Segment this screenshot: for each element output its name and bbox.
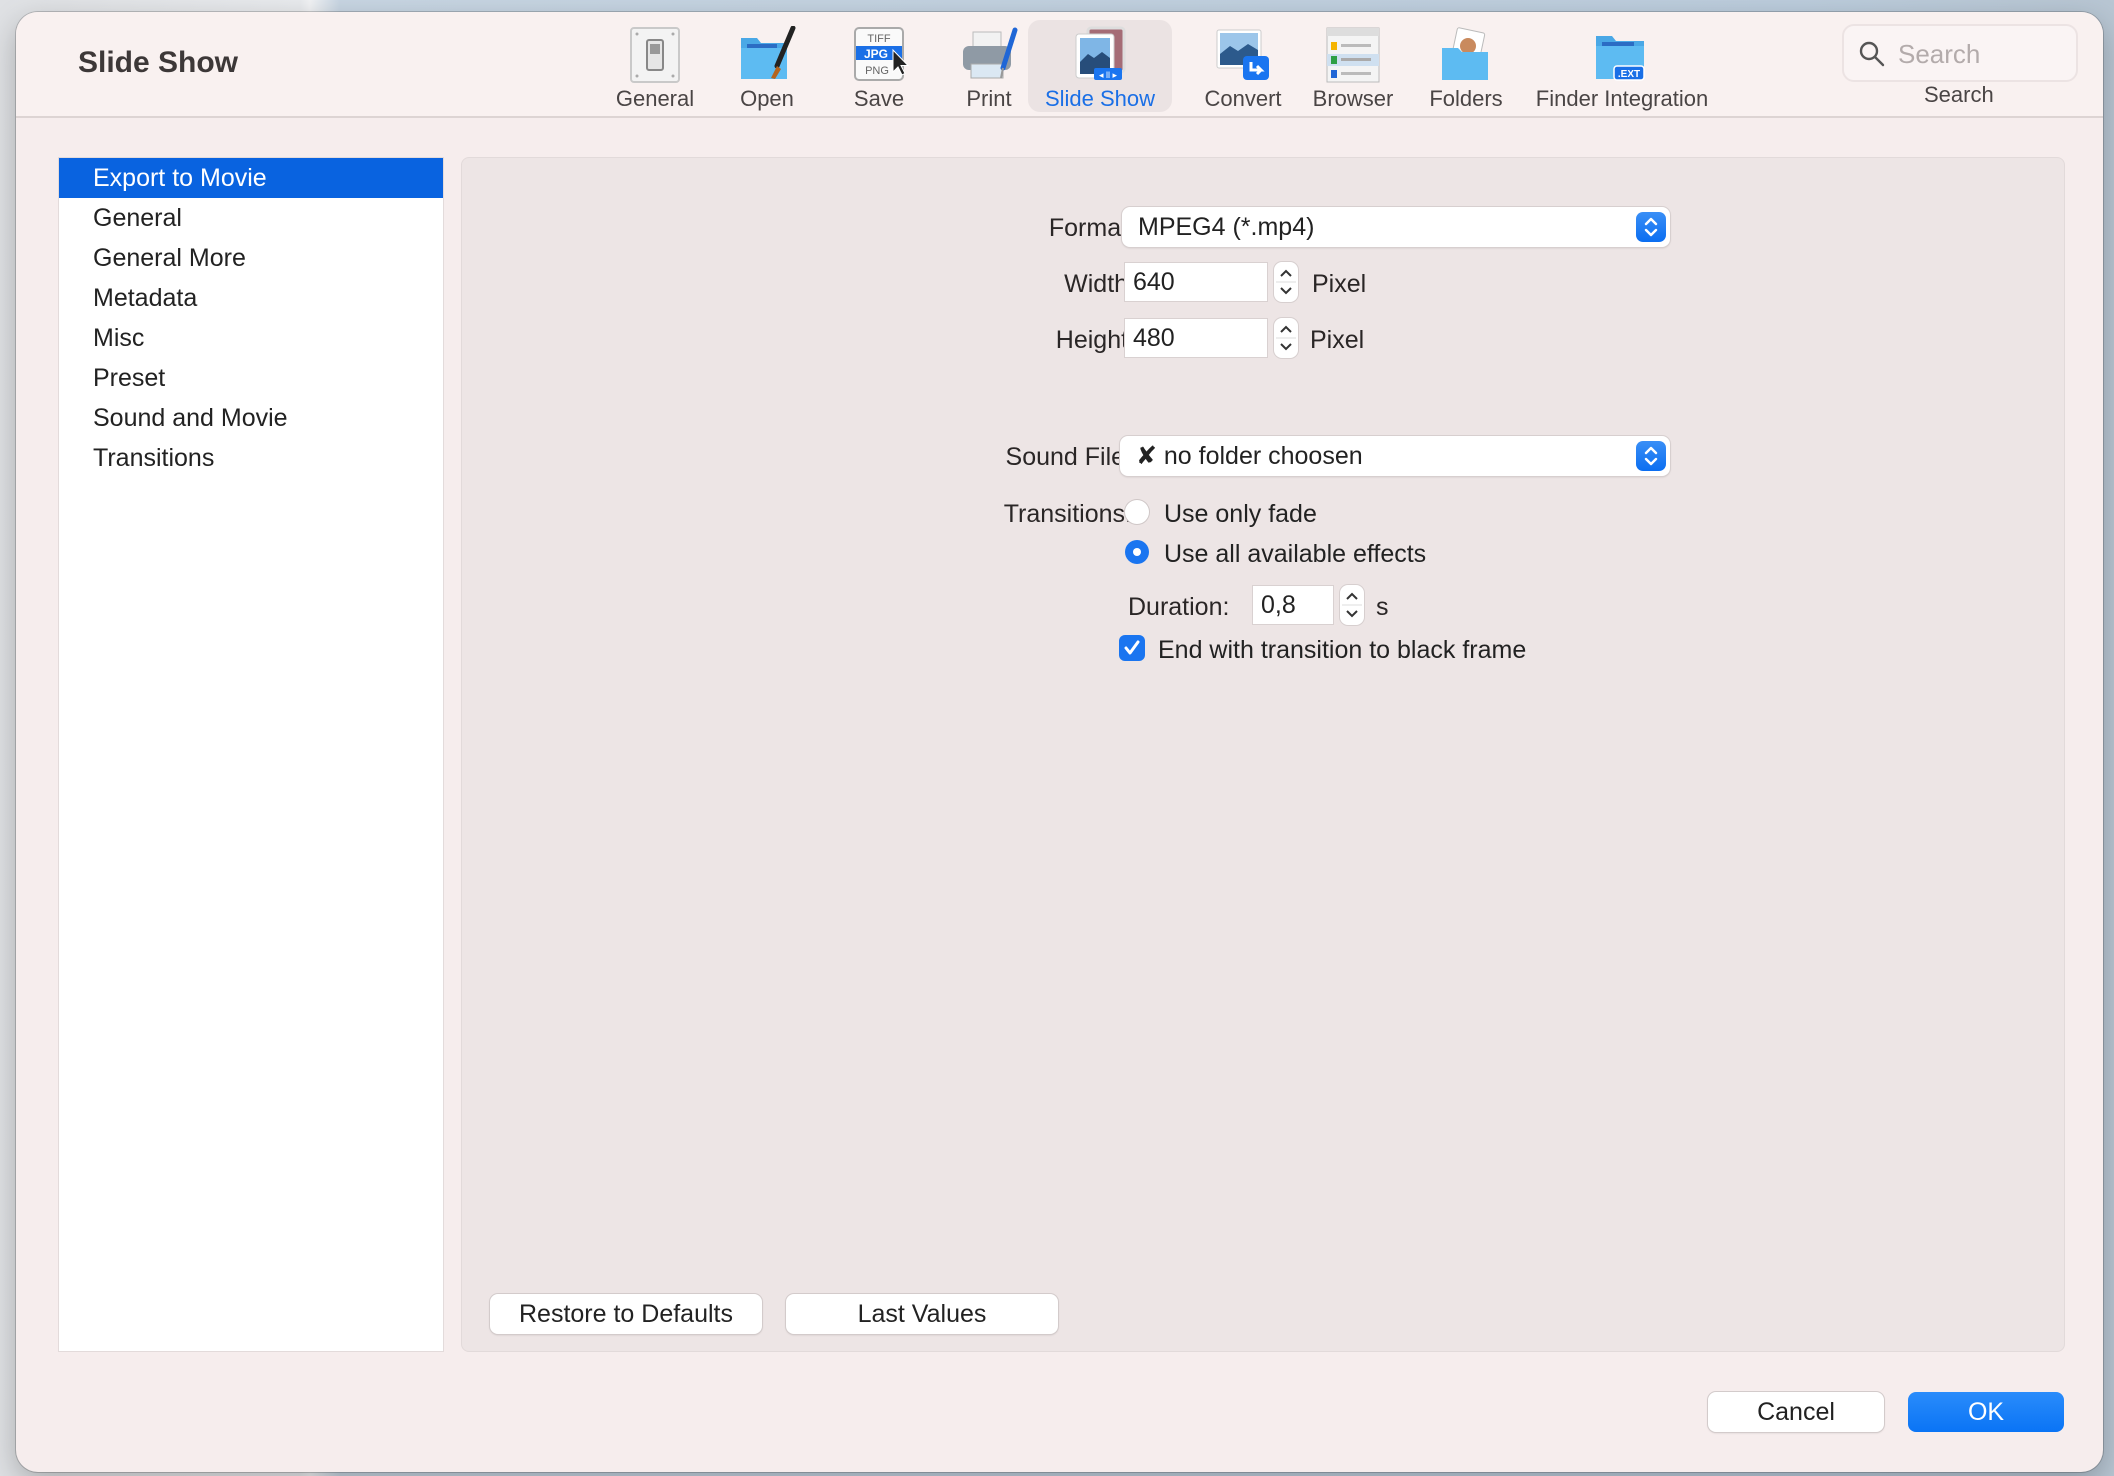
search-icon: [1858, 40, 1886, 73]
checkmark-icon: [1124, 640, 1140, 655]
svg-text:◂ ll ▸: ◂ ll ▸: [1099, 70, 1118, 80]
folder-brush-icon: [737, 25, 797, 84]
cancel-button[interactable]: Cancel: [1708, 1392, 1884, 1432]
sound-file-popup[interactable]: ✘ no folder choosen: [1120, 436, 1670, 476]
svg-text:PNG: PNG: [865, 65, 889, 77]
popup-arrows-icon: [1636, 441, 1666, 471]
switch-icon: [625, 26, 685, 84]
toolbar-open[interactable]: Open: [722, 20, 812, 112]
width-field[interactable]: [1124, 262, 1268, 302]
use-only-fade-label[interactable]: Use only fade: [1164, 500, 1317, 529]
convert-icon: [1213, 26, 1273, 84]
radio-use-only-fade[interactable]: [1125, 500, 1149, 524]
search-input[interactable]: [1896, 34, 2070, 74]
search-label: Search: [1924, 82, 1994, 107]
sound-file-label: Sound File:: [1005, 443, 1132, 471]
folders-icon: [1436, 26, 1496, 84]
toolbar-save[interactable]: TIFF JPG PNG Save: [834, 20, 924, 112]
transitions-label: Transitions:: [1003, 500, 1132, 528]
slideshow-icon: ◂ ll ▸: [1070, 26, 1130, 84]
ok-button[interactable]: OK: [1908, 1392, 2064, 1432]
sidebar-item-metadata[interactable]: Metadata: [59, 278, 443, 318]
sound-file-value: ✘ no folder choosen: [1136, 442, 1363, 470]
duration-stepper[interactable]: [1340, 585, 1364, 625]
toolbar-finder-integration[interactable]: .EXT Finder Integration: [1522, 20, 1722, 112]
width-unit: Pixel: [1312, 270, 1367, 298]
category-list: Export to Movie General General More Met…: [58, 157, 444, 1352]
settings-panel: Format: MPEG4 (*.mp4) Width: Pixel Heigh…: [461, 157, 2065, 1352]
sidebar-item-transitions[interactable]: Transitions: [59, 438, 443, 478]
browser-icon: [1323, 26, 1383, 84]
finder-ext-icon: .EXT: [1592, 26, 1652, 84]
restore-defaults-button[interactable]: Restore to Defaults: [490, 1294, 762, 1334]
duration-field[interactable]: [1252, 585, 1334, 625]
end-black-label[interactable]: End with transition to black frame: [1158, 636, 1526, 665]
sidebar-item-preset[interactable]: Preset: [59, 358, 443, 398]
toolbar: Slide Show General Open TIFF JPG PNG Save: [16, 12, 2103, 118]
height-field[interactable]: [1124, 318, 1268, 358]
last-values-button[interactable]: Last Values: [786, 1294, 1058, 1334]
toolbar-folders[interactable]: Folders: [1414, 20, 1518, 112]
toolbar-slide-show[interactable]: ◂ ll ▸ Slide Show: [1028, 20, 1172, 112]
file-formats-icon: TIFF JPG PNG: [849, 26, 910, 84]
preferences-window: Slide Show General Open TIFF JPG PNG Save: [16, 12, 2103, 1472]
width-stepper[interactable]: [1274, 262, 1298, 302]
duration-unit: s: [1376, 593, 1389, 621]
toolbar-browser[interactable]: Browser: [1298, 20, 1408, 112]
sidebar-item-general-more[interactable]: General More: [59, 238, 443, 278]
toolbar-general[interactable]: General: [600, 20, 710, 112]
sidebar-item-export-to-movie[interactable]: Export to Movie: [59, 158, 443, 198]
sidebar-item-general[interactable]: General: [59, 198, 443, 238]
sidebar-item-misc[interactable]: Misc: [59, 318, 443, 358]
sidebar-item-sound-and-movie[interactable]: Sound and Movie: [59, 398, 443, 438]
svg-text:.EXT: .EXT: [1618, 69, 1640, 80]
format-popup[interactable]: MPEG4 (*.mp4): [1122, 207, 1670, 247]
toolbar-convert[interactable]: Convert: [1186, 20, 1300, 112]
radio-use-all-effects[interactable]: [1125, 540, 1149, 564]
format-value: MPEG4 (*.mp4): [1138, 213, 1315, 241]
svg-text:TIFF: TIFF: [867, 33, 890, 45]
svg-text:JPG: JPG: [864, 47, 888, 61]
popup-arrows-icon: [1636, 212, 1666, 242]
duration-label: Duration:: [1128, 593, 1230, 621]
window-title: Slide Show: [78, 46, 239, 79]
search-field[interactable]: [1842, 24, 2078, 82]
use-all-effects-label[interactable]: Use all available effects: [1164, 540, 1426, 569]
printer-icon: [959, 26, 1019, 84]
end-black-checkbox[interactable]: [1119, 635, 1145, 661]
height-unit: Pixel: [1310, 326, 1365, 354]
height-stepper[interactable]: [1274, 318, 1298, 358]
toolbar-print[interactable]: Print: [944, 20, 1034, 112]
